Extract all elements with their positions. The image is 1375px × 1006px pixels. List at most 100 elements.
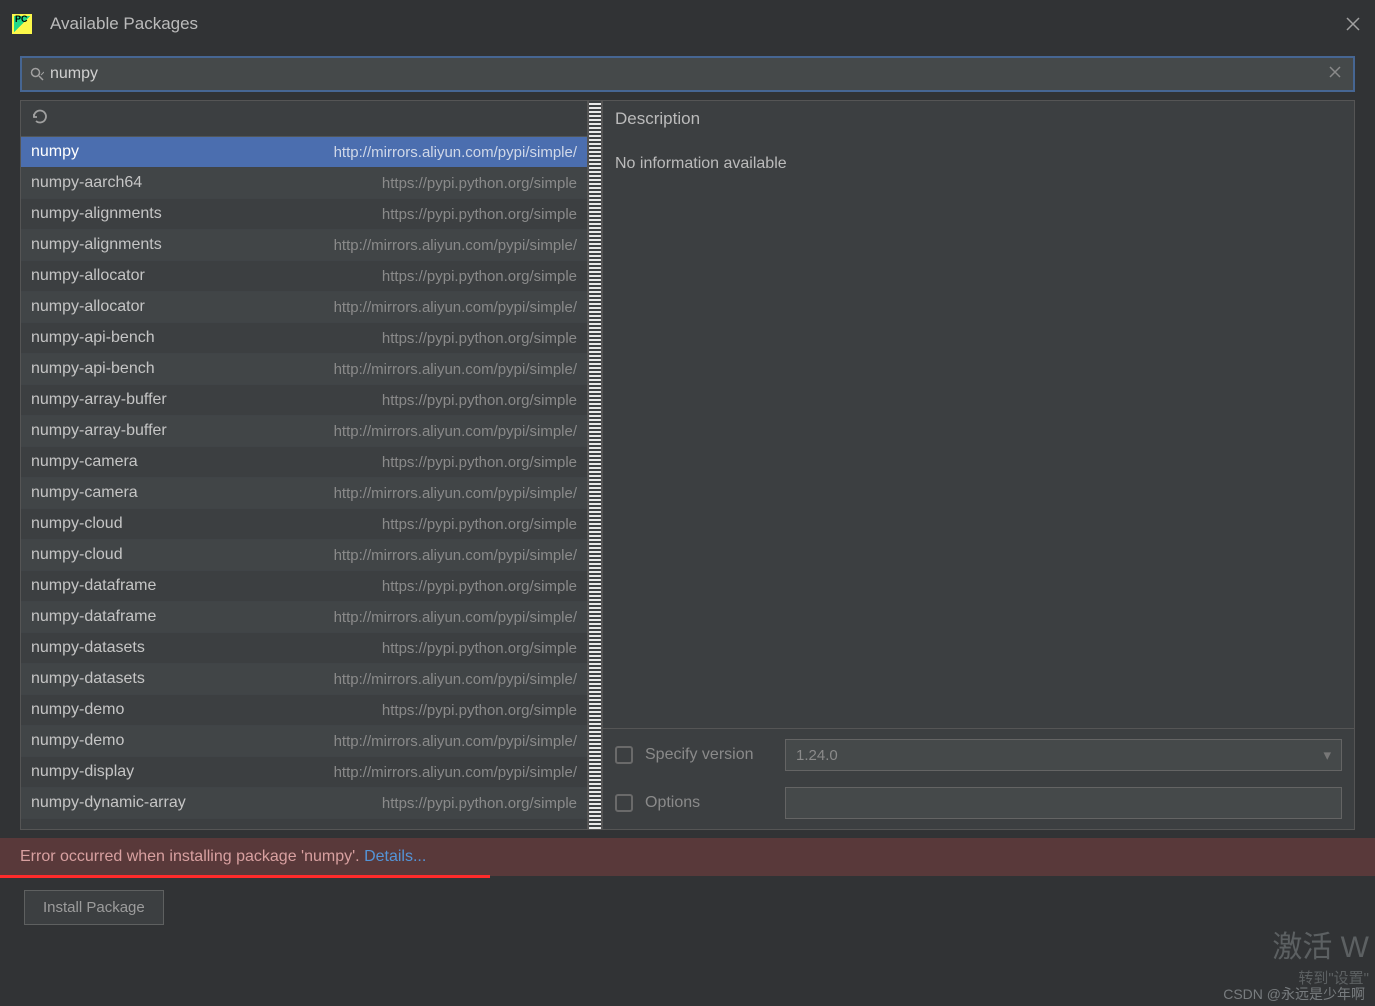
package-row[interactable]: numpy-api-bench https://pypi.python.org/s… <box>21 323 587 354</box>
package-source: https://pypi.python.org/simple <box>382 795 577 812</box>
chevron-down-icon: ▾ <box>1323 746 1331 764</box>
package-row[interactable]: numpy-alignments http://mirrors.aliyun.co… <box>21 230 587 261</box>
version-select[interactable]: 1.24.0 ▾ <box>785 739 1342 771</box>
package-source: http://mirrors.aliyun.com/pypi/simple/ <box>334 299 577 316</box>
package-source: http://mirrors.aliyun.com/pypi/simple/ <box>334 361 577 378</box>
description-body: No information available <box>603 137 1354 728</box>
package-name: numpy-demo <box>31 732 124 750</box>
install-package-button[interactable]: Install Package <box>24 890 164 925</box>
package-row[interactable]: numpy-demohttps://pypi.python.org/simple <box>21 695 587 726</box>
package-row[interactable]: numpy-dataframe http://mirrors.aliyun.com… <box>21 602 587 633</box>
package-name: numpy-camera <box>31 453 138 471</box>
refresh-icon[interactable] <box>31 108 49 130</box>
install-options: Specify version 1.24.0 ▾ Options <box>603 728 1354 829</box>
package-name: numpy-display <box>31 763 134 781</box>
package-name: numpy-camera <box>31 484 138 502</box>
error-underline <box>0 875 490 878</box>
package-row[interactable]: numpy-datasets http://mirrors.aliyun.com/… <box>21 664 587 695</box>
package-row[interactable]: numpy-camera https://pypi.python.org/simp… <box>21 447 587 478</box>
package-row[interactable]: numpy http://mirrors.aliyun.com/pypi/simp… <box>21 137 587 168</box>
watermark-small: 转到"设置" <box>1298 967 1369 988</box>
package-row[interactable]: numpy-demo http://mirrors.aliyun.com/pypi… <box>21 726 587 757</box>
package-source: https://pypi.python.org/simple <box>382 640 577 657</box>
package-source: https://pypi.python.org/simple <box>382 454 577 471</box>
package-name: numpy-dataframe <box>31 608 156 626</box>
package-list[interactable]: numpy http://mirrors.aliyun.com/pypi/simp… <box>21 137 587 829</box>
specify-version-label: Specify version <box>645 746 754 764</box>
package-name: numpy-datasets <box>31 670 145 688</box>
package-row[interactable]: numpy-display http://mirrors.aliyun.com/p… <box>21 757 587 788</box>
search-input[interactable] <box>50 65 1325 83</box>
package-source: http://mirrors.aliyun.com/pypi/simple/ <box>334 733 577 750</box>
error-details-link[interactable]: Details... <box>364 848 426 865</box>
package-row[interactable]: numpy-datasets https://pypi.python.org/si… <box>21 633 587 664</box>
package-name: numpy-array-buffer <box>31 422 167 440</box>
package-name: numpy-api-bench <box>31 329 155 347</box>
error-bar: Error occurred when installing package '… <box>0 838 1375 876</box>
footer: Install Package <box>0 876 1375 939</box>
package-row[interactable]: numpy-cloud http://mirrors.aliyun.com/pyp… <box>21 540 587 571</box>
package-name: numpy-array-buffer <box>31 391 167 409</box>
package-source: http://mirrors.aliyun.com/pypi/simple/ <box>334 609 577 626</box>
clear-icon[interactable] <box>1325 65 1345 83</box>
description-pane: Description No information available Spe… <box>602 100 1355 830</box>
package-row[interactable]: numpy-alignmentshttps://pypi.python.org/… <box>21 199 587 230</box>
package-name: numpy-demo <box>31 701 124 719</box>
scrollbar-track[interactable] <box>588 100 602 830</box>
pycharm-icon <box>12 14 32 34</box>
checkbox-icon[interactable] <box>615 794 633 812</box>
options-input[interactable] <box>785 787 1342 819</box>
package-source: http://mirrors.aliyun.com/pypi/simple/ <box>334 423 577 440</box>
checkbox-icon[interactable] <box>615 746 633 764</box>
package-name: numpy-alignments <box>31 236 162 254</box>
version-value: 1.24.0 <box>796 747 838 764</box>
package-row[interactable]: numpy-allocator http://mirrors.aliyun.com… <box>21 292 587 323</box>
close-icon[interactable] <box>1343 14 1363 34</box>
package-name: numpy-dataframe <box>31 577 156 595</box>
package-row[interactable]: numpy-dataframe https://pypi.python.org/s… <box>21 571 587 602</box>
package-name: numpy-allocator <box>31 267 145 285</box>
package-name: numpy-cloud <box>31 515 123 533</box>
package-source: http://mirrors.aliyun.com/pypi/simple/ <box>334 144 577 161</box>
package-name: numpy-cloud <box>31 546 123 564</box>
package-source: http://mirrors.aliyun.com/pypi/simple/ <box>334 764 577 781</box>
options-label: Options <box>645 794 700 812</box>
package-name: numpy-api-bench <box>31 360 155 378</box>
package-source: https://pypi.python.org/simple <box>382 578 577 595</box>
description-header: Description <box>603 101 1354 137</box>
window-title: Available Packages <box>50 14 198 34</box>
package-row[interactable]: numpy-array-buffer http://mirrors.aliyun.… <box>21 416 587 447</box>
search-field-wrap <box>20 56 1355 92</box>
package-list-pane: numpy http://mirrors.aliyun.com/pypi/simp… <box>20 100 588 830</box>
package-row[interactable]: numpy-cloud https://pypi.python.org/simpl… <box>21 509 587 540</box>
options-checkbox[interactable]: Options <box>615 794 785 812</box>
package-source: http://mirrors.aliyun.com/pypi/simple/ <box>334 485 577 502</box>
package-row[interactable]: numpy-aarch64 https://pypi.python.org/sim… <box>21 168 587 199</box>
package-row[interactable]: numpy-camera http://mirrors.aliyun.com/py… <box>21 478 587 509</box>
package-source: http://mirrors.aliyun.com/pypi/simple/ <box>334 547 577 564</box>
package-source: https://pypi.python.org/simple <box>382 330 577 347</box>
search-icon <box>30 67 44 81</box>
package-name: numpy-allocator <box>31 298 145 316</box>
package-source: https://pypi.python.org/simple <box>382 175 577 192</box>
package-row[interactable]: numpy-api-bench http://mirrors.aliyun.com… <box>21 354 587 385</box>
specify-version-checkbox[interactable]: Specify version <box>615 746 785 764</box>
package-name: numpy-aarch64 <box>31 174 142 192</box>
package-name: numpy <box>31 143 79 161</box>
package-source: http://mirrors.aliyun.com/pypi/simple/ <box>334 671 577 688</box>
refresh-bar <box>21 101 587 137</box>
package-source: https://pypi.python.org/simple <box>382 392 577 409</box>
main-area: numpy http://mirrors.aliyun.com/pypi/simp… <box>0 100 1375 830</box>
error-text: Error occurred when installing package '… <box>20 848 364 865</box>
package-source: http://mirrors.aliyun.com/pypi/simple/ <box>334 237 577 254</box>
package-row[interactable]: numpy-dynamic-array https://pypi.python.o… <box>21 788 587 819</box>
csdn-watermark: CSDN @永远是少年啊 <box>1223 984 1365 1004</box>
package-row[interactable]: numpy-allocatorhttps://pypi.python.org/s… <box>21 261 587 292</box>
package-name: numpy-dynamic-array <box>31 794 186 812</box>
titlebar: Available Packages <box>0 0 1375 48</box>
package-row[interactable]: numpy-array-buffer https://pypi.python.or… <box>21 385 587 416</box>
search-row <box>0 48 1375 100</box>
package-source: https://pypi.python.org/simple <box>382 516 577 533</box>
package-name: numpy-datasets <box>31 639 145 657</box>
package-source: https://pypi.python.org/simple <box>382 206 577 223</box>
